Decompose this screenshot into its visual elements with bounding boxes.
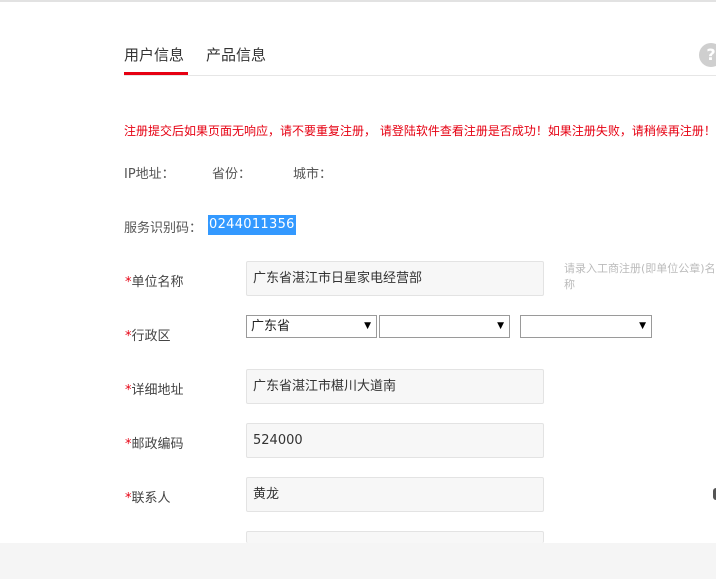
city-label: 城市： [293, 167, 333, 182]
tab-product-info[interactable]: 产品信息 [206, 44, 266, 65]
chevron-down-icon: ▼ [639, 321, 646, 331]
address-label: *详细地址 [125, 383, 184, 398]
help-circle-icon[interactable]: ? [699, 43, 716, 67]
contact-field[interactable]: 黄龙 [246, 477, 544, 512]
ip-address-label: IP地址： [124, 167, 175, 182]
city-select[interactable]: ▼ [379, 315, 510, 338]
district-select[interactable]: ▼ [520, 315, 652, 338]
registration-warning: 注册提交后如果页面无响应，请不要重复注册， 请登陆软件查看注册是否成功！如果注册… [124, 124, 716, 138]
bottom-strip [0, 543, 716, 579]
tab-divider [124, 75, 716, 76]
unit-name-field[interactable]: 广东省湛江市日星家电经营部 [246, 261, 544, 296]
next-field-partial[interactable] [246, 531, 544, 543]
service-code-value[interactable]: 0244011356 [208, 215, 296, 235]
unit-name-label: *单位名称 [125, 275, 184, 290]
chevron-down-icon: ▼ [497, 321, 504, 331]
tab-user-info[interactable]: 用户信息 [124, 44, 184, 65]
address-field[interactable]: 广东省湛江市椹川大道南 [246, 369, 544, 404]
postcode-field[interactable]: 524000 [246, 423, 544, 458]
province-label: 省份： [212, 167, 252, 182]
postcode-label: *邮政编码 [125, 437, 184, 452]
province-select[interactable]: 广东省 ▼ [246, 315, 377, 338]
region-label: *行政区 [125, 329, 171, 344]
contact-label: *联系人 [125, 491, 171, 506]
chevron-down-icon: ▼ [364, 321, 371, 331]
service-code-label: 服务识别码： [124, 221, 203, 236]
unit-name-hint: 请录入工商注册(即单位公章)名称 [564, 262, 716, 291]
